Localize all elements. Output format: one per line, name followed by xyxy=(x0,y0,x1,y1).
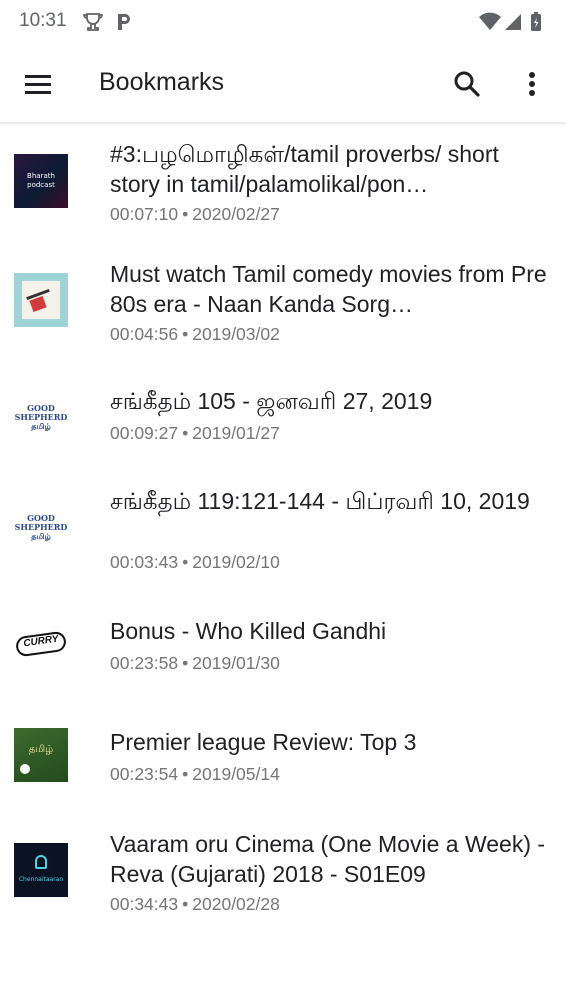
podcast-thumbnail: தமிழ் xyxy=(14,728,68,782)
episode-meta: 00:07:10 • 2020/02/27 xyxy=(110,204,280,225)
episode-duration: 00:23:54 xyxy=(110,764,179,784)
episode-title: Vaaram oru Cinema (One Movie a Week) - R… xyxy=(110,831,546,887)
thumbnail-text: தமிழ் xyxy=(28,744,54,755)
episode-meta: 00:23:54 • 2019/05/14 xyxy=(110,764,280,785)
menu-button[interactable] xyxy=(18,64,58,104)
separator-dot: • xyxy=(182,324,189,344)
search-icon xyxy=(454,71,480,97)
episode-title: #3:பழமொழிகள்/tamil proverbs/ short story… xyxy=(110,141,499,197)
episode-duration: 00:09:27 xyxy=(110,423,179,443)
football-icon xyxy=(20,764,30,774)
thumbnail-text: Chennaitaaran xyxy=(18,876,64,883)
episode-meta: 00:03:43 • 2019/02/10 xyxy=(110,552,280,573)
wifi-icon xyxy=(479,12,501,30)
thumbnail-text: GOOD SHEPHERD தமிழ் xyxy=(14,403,68,431)
podcast-thumbnail: GOOD SHEPHERD தமிழ் xyxy=(14,388,68,442)
podcast-thumbnail: GOOD SHEPHERD தமிழ் xyxy=(14,498,68,552)
thumbnail-text: GOOD SHEPHERD தமிழ் xyxy=(14,513,68,541)
battery-icon xyxy=(531,12,541,31)
bookmark-row[interactable]: GOOD SHEPHERD தமிழ் சங்கீதம் 119:121-144… xyxy=(0,466,566,586)
episode-meta: 00:34:43 • 2020/02/28 xyxy=(110,894,280,915)
episode-meta: 00:04:56 • 2019/03/02 xyxy=(110,324,280,345)
status-bar: 10:31 xyxy=(0,0,566,44)
bookmark-row[interactable]: CURRY Bonus - Who Killed Gandhi 00:23:58… xyxy=(0,596,566,686)
search-button[interactable] xyxy=(447,64,487,104)
episode-title: சங்கீதம் 119:121-144 - பிப்ரவரி 10, 2019 xyxy=(110,488,530,514)
episode-title: Bonus - Who Killed Gandhi xyxy=(110,618,387,644)
episode-duration: 00:04:56 xyxy=(110,324,179,344)
separator-dot: • xyxy=(182,894,189,914)
microphone-icon xyxy=(35,855,47,869)
separator-dot: • xyxy=(182,423,189,443)
episode-duration: 00:07:10 xyxy=(110,204,179,224)
episode-duration: 00:03:43 xyxy=(110,552,179,572)
p-notification-icon xyxy=(118,14,130,30)
episode-date: 2019/01/30 xyxy=(192,653,280,673)
more-vert-icon xyxy=(529,72,535,96)
episode-title: சங்கீதம் 105 - ஜனவரி 27, 2019 xyxy=(110,388,433,414)
bookmark-row[interactable]: Bharath podcast #3:பழமொழிகள்/tamil prove… xyxy=(0,126,566,240)
episode-date: 2020/02/27 xyxy=(192,204,280,224)
episode-date: 2019/03/02 xyxy=(192,324,280,344)
bookmark-row[interactable]: GOOD SHEPHERD தமிழ் சங்கீதம் 105 - ஜனவரி… xyxy=(0,366,566,456)
more-options-button[interactable] xyxy=(512,64,552,104)
episode-date: 2020/02/28 xyxy=(192,894,280,914)
episode-duration: 00:23:58 xyxy=(110,653,179,673)
podcast-thumbnail: Chennaitaaran xyxy=(14,843,68,897)
episode-duration: 00:34:43 xyxy=(110,894,179,914)
episode-title: Premier league Review: Top 3 xyxy=(110,729,417,755)
bookmark-row[interactable]: தமிழ் Premier league Review: Top 3 00:23… xyxy=(0,706,566,796)
episode-meta: 00:23:58 • 2019/01/30 xyxy=(110,653,280,674)
separator-dot: • xyxy=(182,204,189,224)
podcast-thumbnail xyxy=(14,273,68,327)
episode-title: Must watch Tamil comedy movies from Pre … xyxy=(110,261,547,317)
separator-dot: • xyxy=(182,764,189,784)
episode-date: 2019/02/10 xyxy=(192,552,280,572)
bookmark-row[interactable]: Must watch Tamil comedy movies from Pre … xyxy=(0,246,566,360)
podcast-thumbnail: CURRY xyxy=(14,618,68,672)
trophy-icon xyxy=(83,13,103,31)
hamburger-icon xyxy=(25,75,51,94)
status-time: 10:31 xyxy=(19,10,67,31)
page-title: Bookmarks xyxy=(99,68,225,96)
thumbnail-text: Bharath podcast xyxy=(27,172,55,189)
separator-dot: • xyxy=(182,552,189,572)
cellular-signal-icon xyxy=(505,14,521,30)
episode-meta: 00:09:27 • 2019/01/27 xyxy=(110,423,280,444)
bookmark-row[interactable]: Chennaitaaran Vaaram oru Cinema (One Mov… xyxy=(0,816,566,930)
app-bar: Bookmarks xyxy=(0,44,566,122)
episode-date: 2019/01/27 xyxy=(192,423,280,443)
podcast-thumbnail: Bharath podcast xyxy=(14,154,68,208)
episode-date: 2019/05/14 xyxy=(192,764,280,784)
separator-dot: • xyxy=(182,653,189,673)
